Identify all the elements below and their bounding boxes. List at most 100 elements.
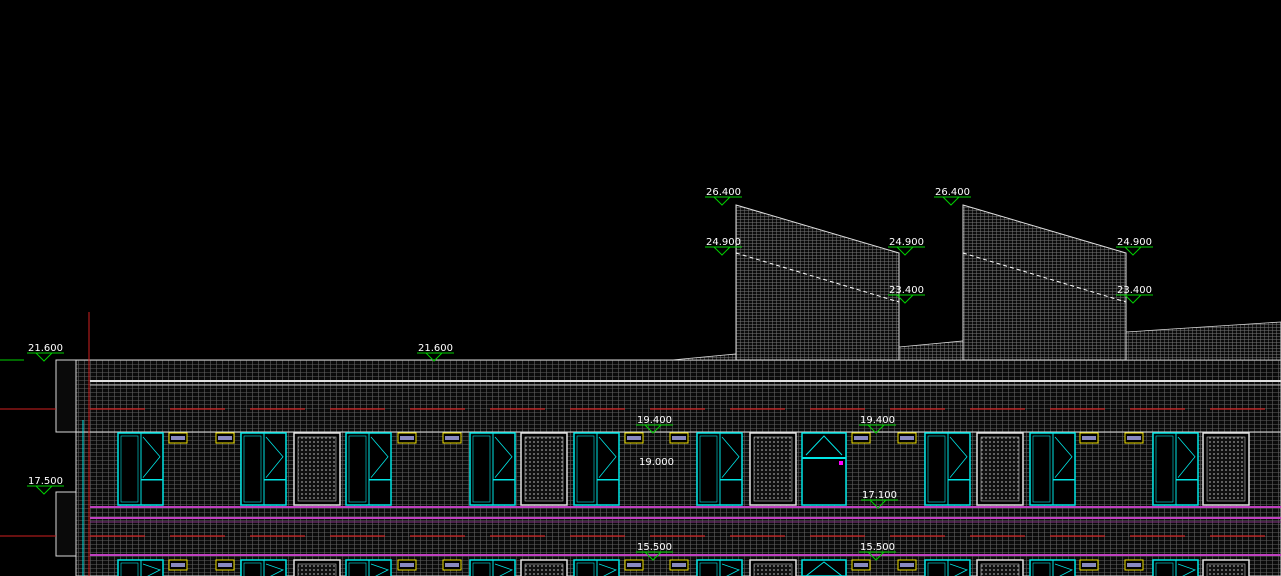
vent-louver bbox=[900, 436, 914, 440]
vent-louver bbox=[627, 563, 641, 567]
skylight-right-body bbox=[962, 204, 1127, 361]
level-label: 19.400 bbox=[860, 415, 895, 426]
vent-louver bbox=[218, 563, 232, 567]
casement-window bbox=[469, 559, 516, 576]
level-label: 21.600 bbox=[28, 343, 63, 354]
casement-window bbox=[573, 432, 620, 506]
casement-window bbox=[1029, 432, 1076, 506]
level-label: 24.900 bbox=[706, 237, 741, 248]
vent-louver bbox=[445, 563, 459, 567]
vent-grille bbox=[397, 559, 417, 571]
vent-louver bbox=[672, 563, 686, 567]
vent-grille bbox=[215, 432, 235, 444]
vent-louver bbox=[854, 436, 868, 440]
level-label: 26.400 bbox=[706, 187, 741, 198]
level-label: 26.400 bbox=[935, 187, 970, 198]
vent-louver bbox=[672, 436, 686, 440]
level-label: 15.500 bbox=[637, 542, 672, 553]
vent-grille bbox=[897, 432, 917, 444]
panel-fill bbox=[1206, 436, 1246, 502]
level-marker: 21.600 bbox=[27, 343, 64, 362]
casement-window bbox=[924, 559, 971, 576]
grip-point[interactable] bbox=[839, 461, 843, 465]
roof-slope-right bbox=[1125, 321, 1281, 361]
parapet-wall bbox=[75, 359, 1281, 433]
vent-grille bbox=[669, 559, 689, 571]
vent-grille bbox=[1124, 432, 1144, 444]
vent-louver bbox=[854, 563, 868, 567]
skylight-left bbox=[735, 204, 900, 361]
vent-grille bbox=[1079, 559, 1099, 571]
level-label: 24.900 bbox=[1117, 237, 1152, 248]
level-marker: 26.400 bbox=[934, 187, 971, 206]
vent-grille bbox=[442, 432, 462, 444]
level-triangle bbox=[713, 196, 731, 206]
vent-grille bbox=[624, 432, 644, 444]
glass-panel bbox=[1202, 559, 1250, 576]
level-marker: 19.000 bbox=[639, 457, 674, 468]
glass-panel bbox=[293, 559, 341, 576]
roof-slope-mid bbox=[898, 340, 964, 361]
glass-panel bbox=[293, 432, 341, 506]
panel-fill bbox=[980, 563, 1020, 576]
casement-window bbox=[1029, 559, 1076, 576]
vent-grille bbox=[442, 559, 462, 571]
casement-window bbox=[696, 559, 743, 576]
casement-window bbox=[1152, 432, 1199, 506]
level-triangle bbox=[1124, 246, 1142, 256]
panel-fill bbox=[753, 563, 793, 576]
casement-window bbox=[240, 432, 287, 506]
casement-window bbox=[696, 432, 743, 506]
vent-louver bbox=[400, 436, 414, 440]
casement-window bbox=[345, 432, 392, 506]
vent-grille bbox=[851, 559, 871, 571]
glass-panel bbox=[749, 559, 797, 576]
vent-grille bbox=[168, 432, 188, 444]
level-triangle bbox=[713, 246, 731, 256]
vent-louver bbox=[218, 436, 232, 440]
level-label: 23.400 bbox=[1117, 285, 1152, 296]
skylight-left-body bbox=[735, 204, 900, 361]
panel-fill bbox=[980, 436, 1020, 502]
vent-louver bbox=[627, 436, 641, 440]
vent-louver bbox=[171, 563, 185, 567]
skylight-right bbox=[962, 204, 1127, 361]
casement-window bbox=[1152, 559, 1199, 576]
glass-panel bbox=[976, 559, 1024, 576]
cad-elevation-drawing[interactable]: 26.400 26.400 24.900 24.900 24.900 23.400 23.4… bbox=[0, 0, 1281, 576]
level-triangle bbox=[1124, 294, 1142, 304]
level-triangle bbox=[942, 196, 960, 206]
vent-grille bbox=[397, 432, 417, 444]
glass-panel bbox=[976, 432, 1024, 506]
level-label: 15.500 bbox=[860, 542, 895, 553]
casement-window bbox=[345, 559, 392, 576]
entry-frame bbox=[801, 432, 847, 506]
vent-grille bbox=[168, 559, 188, 571]
panel-fill bbox=[524, 436, 564, 502]
panel-fill bbox=[753, 436, 793, 502]
level-marker: 17.500 bbox=[27, 476, 64, 495]
vent-grille bbox=[1124, 559, 1144, 571]
level-label: 19.400 bbox=[637, 415, 672, 426]
glass-panel bbox=[520, 559, 568, 576]
glass-panel bbox=[749, 432, 797, 506]
left-column-lower bbox=[55, 491, 77, 557]
vent-grille bbox=[1079, 432, 1099, 444]
vent-grille bbox=[624, 559, 644, 571]
casement-window bbox=[573, 559, 620, 576]
vent-louver bbox=[900, 563, 914, 567]
casement-window bbox=[117, 559, 164, 576]
panel-fill bbox=[1206, 563, 1246, 576]
casement-window bbox=[469, 432, 516, 506]
casement-window bbox=[240, 559, 287, 576]
level-triangle bbox=[35, 485, 53, 495]
level-marker: 26.400 bbox=[705, 187, 742, 206]
glass-panel bbox=[520, 432, 568, 506]
vent-louver bbox=[445, 436, 459, 440]
roof-slope-left bbox=[671, 353, 737, 361]
vent-louver bbox=[1127, 563, 1141, 567]
glass-panel bbox=[1202, 432, 1250, 506]
casement-window bbox=[117, 432, 164, 506]
panel-fill bbox=[524, 563, 564, 576]
vent-grille bbox=[897, 559, 917, 571]
